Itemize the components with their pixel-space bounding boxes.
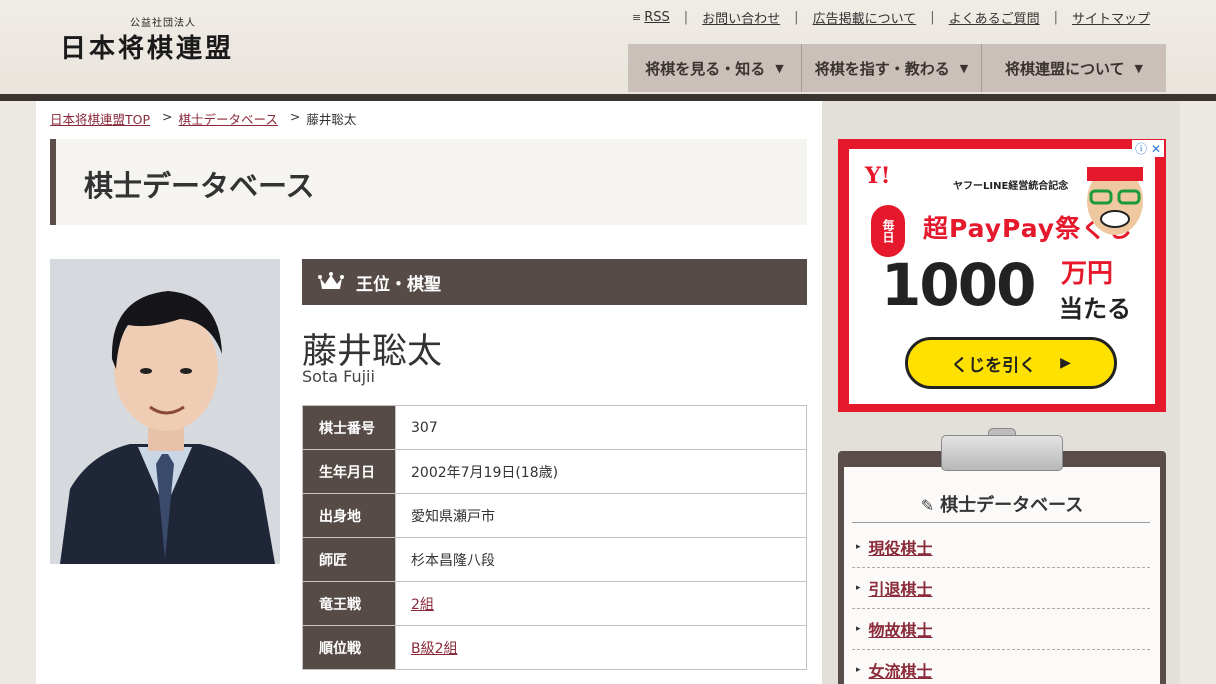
table-row: 師匠 杉本昌隆八段: [302, 537, 807, 582]
divider: [852, 522, 1150, 523]
header-divider: [0, 94, 1216, 101]
utility-nav: ≡ RSS | お問い合わせ | 広告掲載について | よくあるご質問 | サイ…: [632, 8, 1150, 27]
site-logo[interactable]: 公益社団法人 日本将棋連盟: [60, 14, 300, 64]
ad-mascot-image: [1087, 167, 1143, 235]
player-titles-band: 王位・棋聖: [302, 259, 807, 305]
util-link-contact[interactable]: お問い合わせ: [702, 8, 780, 27]
database-heading-label: 棋士データベース: [940, 495, 1084, 516]
ryuoh-class-link[interactable]: 2組: [411, 597, 434, 613]
table-row: 生年月日 2002年7月19日(18歳): [302, 449, 807, 494]
play-arrow-icon: ▶: [1060, 355, 1071, 371]
ad-amount: 1000: [881, 251, 1036, 319]
row-value-cell: B級2組: [395, 625, 807, 670]
bullet-triangle-icon: ▸: [856, 542, 861, 552]
main-content: 日本将棋連盟TOP > 棋士データベース > 藤井聡太 棋士データベース 王位・…: [36, 101, 822, 684]
player-name-english: Sota Fujii: [302, 367, 375, 386]
row-value-cell: 2組: [395, 581, 807, 626]
sidebar: Y! ヤフーLINE経営統合記念 毎日 超PayPay祭くじ 1000 万円 当…: [822, 101, 1180, 684]
nav-item-label: 将棋を見る・知る: [645, 59, 766, 78]
table-row: 棋士番号 307: [302, 405, 807, 450]
player-photo: [50, 259, 280, 564]
row-label: 生年月日: [302, 449, 396, 494]
nav-item-watch-learn[interactable]: 将棋を見る・知る ▼: [628, 44, 802, 92]
dropdown-triangle-icon: ▼: [775, 61, 784, 75]
nav-item-play-study[interactable]: 将棋を指す・教わる ▼: [802, 44, 982, 92]
separator: |: [1053, 10, 1058, 25]
util-link-advertising[interactable]: 広告掲載について: [813, 8, 917, 27]
separator: |: [794, 10, 799, 25]
list-item: ▸ 物故棋士: [852, 609, 1150, 650]
list-item: ▸ 現役棋士: [852, 527, 1150, 568]
page-title-box: 棋士データベース: [50, 139, 807, 225]
row-value: 愛知県瀬戸市: [395, 493, 807, 538]
dropdown-triangle-icon: ▼: [1134, 61, 1144, 75]
database-widget: ✎ 棋士データベース ▸ 現役棋士 ▸ 引退棋士 ▸ 物故棋士 ▸ 女流棋士: [838, 428, 1166, 684]
table-row: 竜王戦 2組: [302, 581, 807, 626]
ad-daily-badge: 毎日: [871, 205, 905, 257]
site-header: 公益社団法人 日本将棋連盟 ≡ RSS | お問い合わせ | 広告掲載について …: [0, 0, 1216, 94]
breadcrumb-current: 藤井聡太: [306, 112, 357, 127]
ad-logo: Y!: [865, 163, 891, 189]
main-nav: 将棋を見る・知る ▼ 将棋を指す・教わる ▼ 将棋連盟について ▼: [628, 44, 1166, 92]
row-value: 2002年7月19日(18歳): [395, 449, 807, 494]
row-value: 307: [395, 405, 807, 450]
breadcrumb-arrow: >: [289, 109, 301, 124]
player-profile-table: 棋士番号 307 生年月日 2002年7月19日(18歳) 出身地 愛知県瀬戸市…: [302, 405, 807, 670]
bullet-triangle-icon: ▸: [856, 665, 861, 675]
clipboard-clip: [941, 435, 1063, 471]
row-label: 出身地: [302, 493, 396, 538]
row-label: 師匠: [302, 537, 396, 582]
ad-cta-button[interactable]: くじを引く ▶: [905, 337, 1117, 389]
ad-close-icon[interactable]: ⓘ ✕: [1132, 140, 1164, 157]
row-label: 竜王戦: [302, 581, 396, 626]
list-item: ▸ 女流棋士: [852, 650, 1150, 684]
breadcrumb-section[interactable]: 棋士データベース: [179, 109, 278, 128]
breadcrumb: 日本将棋連盟TOP > 棋士データベース > 藤井聡太: [50, 109, 356, 128]
ad-headline: ヤフーLINE経営統合記念: [953, 181, 1069, 192]
bullet-triangle-icon: ▸: [856, 583, 861, 593]
util-link-faq[interactable]: よくあるご質問: [949, 8, 1040, 27]
database-link-list: ▸ 現役棋士 ▸ 引退棋士 ▸ 物故棋士 ▸ 女流棋士: [852, 527, 1150, 684]
util-link-sitemap[interactable]: サイトマップ: [1072, 8, 1150, 27]
page-title: 棋士データベース: [84, 169, 315, 203]
table-row: 出身地 愛知県瀬戸市: [302, 493, 807, 538]
logo-title: 日本将棋連盟: [60, 34, 235, 64]
table-row: 順位戦 B級2組: [302, 625, 807, 670]
link-deceased-players[interactable]: 物故棋士: [869, 617, 933, 641]
util-link-rss[interactable]: RSS: [644, 10, 670, 25]
database-widget-body: ✎ 棋士データベース ▸ 現役棋士 ▸ 引退棋士 ▸ 物故棋士 ▸ 女流棋士: [844, 467, 1160, 684]
player-titles: 王位・棋聖: [356, 274, 441, 295]
pencil-icon: ✎: [920, 496, 935, 515]
link-retired-players[interactable]: 引退棋士: [869, 576, 933, 600]
dropdown-triangle-icon: ▼: [959, 61, 969, 75]
nav-item-label: 将棋連盟について: [1004, 59, 1125, 78]
separator: |: [930, 10, 935, 25]
breadcrumb-arrow: >: [162, 109, 173, 124]
link-active-players[interactable]: 現役棋士: [869, 535, 933, 559]
ad-content: Y! ヤフーLINE経営統合記念 毎日 超PayPay祭くじ 1000 万円 当…: [849, 149, 1155, 404]
nav-item-about[interactable]: 将棋連盟について ▼: [982, 44, 1166, 92]
breadcrumb-home[interactable]: 日本将棋連盟TOP: [50, 109, 150, 128]
rss-icon: ≡: [632, 11, 642, 24]
crown-icon: [318, 272, 344, 289]
bullet-triangle-icon: ▸: [856, 624, 861, 634]
junisen-class-link[interactable]: B級2組: [411, 641, 458, 657]
row-value: 杉本昌隆八段: [395, 537, 807, 582]
advertisement-banner[interactable]: Y! ヤフーLINE経営統合記念 毎日 超PayPay祭くじ 1000 万円 当…: [838, 139, 1166, 412]
ad-amount-sub: 当たる: [1059, 295, 1131, 323]
nav-item-label: 将棋を指す・教わる: [814, 59, 950, 78]
ad-amount-unit: 万円: [1061, 259, 1114, 289]
database-heading: ✎ 棋士データベース: [844, 491, 1160, 517]
logo-subtitle: 公益社団法人: [130, 18, 196, 29]
link-women-players[interactable]: 女流棋士: [869, 658, 933, 682]
separator: |: [683, 10, 689, 25]
list-item: ▸ 引退棋士: [852, 568, 1150, 609]
ad-cta-label: くじを引く: [951, 355, 1037, 376]
row-label: 棋士番号: [302, 405, 396, 450]
row-label: 順位戦: [302, 625, 396, 670]
